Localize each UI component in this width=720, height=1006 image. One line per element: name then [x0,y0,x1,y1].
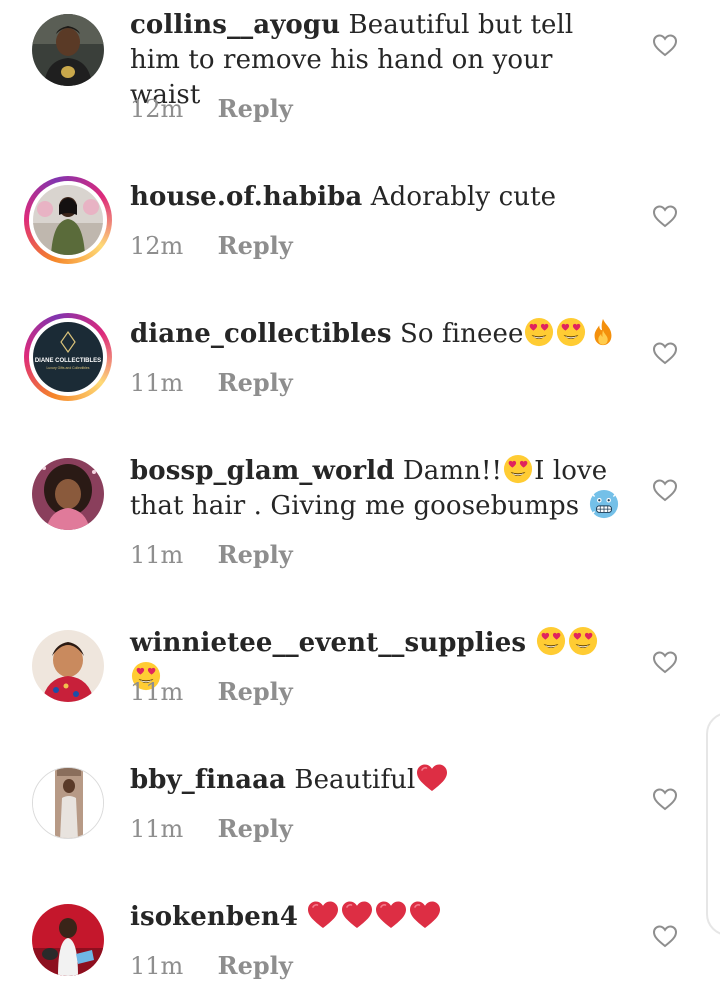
cold-face-emoji-icon [589,489,619,519]
like-heart-icon[interactable] [652,341,678,365]
side-panel-edge[interactable] [706,712,720,936]
heart-eyes-emoji-icon [556,317,586,347]
red-heart-emoji-icon [375,900,407,930]
reply-button[interactable]: Reply [218,368,293,397]
red-heart-emoji-icon [307,900,339,930]
comment-time: 11m [130,541,184,569]
comment-time: 12m [130,232,184,260]
reply-button[interactable]: Reply [218,814,293,843]
avatar[interactable] [32,630,104,702]
like-heart-icon[interactable] [652,33,678,57]
avatar[interactable] [32,458,104,530]
heart-eyes-emoji-icon [524,317,554,347]
avatar[interactable] [24,176,112,264]
logo-subtext: Luxury Gifts and Collectibles [47,366,90,370]
reply-button[interactable]: Reply [218,677,293,706]
comment-username[interactable]: bossp_glam_world [130,456,394,486]
avatar[interactable] [32,767,104,839]
heart-eyes-emoji-icon [568,626,598,656]
reply-button[interactable]: Reply [218,540,293,569]
comment-text: Beautiful [294,765,416,795]
comment-username[interactable]: winnietee__event__supplies [130,628,526,658]
red-heart-emoji-icon [416,763,448,793]
like-heart-icon[interactable] [652,204,678,228]
comment-username[interactable]: diane_collectibles [130,319,392,349]
reply-button[interactable]: Reply [218,94,293,123]
fire-emoji-icon [588,317,618,347]
comment-username[interactable]: collins__ayogu [130,10,340,40]
comment-username[interactable]: isokenben4 [130,902,298,932]
heart-eyes-emoji-icon [536,626,566,656]
comment-username[interactable]: house.of.habiba [130,182,362,212]
avatar[interactable] [32,904,104,976]
comment-username[interactable]: bby_finaaa [130,765,286,795]
heart-eyes-emoji-icon [503,454,533,484]
comment-time: 11m [130,678,184,706]
like-heart-icon[interactable] [652,650,678,674]
comment-text: Adorably cute [370,182,557,212]
logo-text: DIANE COLLECTIBLES [35,358,101,364]
reply-button[interactable]: Reply [218,951,293,980]
red-heart-emoji-icon [409,900,441,930]
like-heart-icon[interactable] [652,787,678,811]
like-heart-icon[interactable] [652,924,678,948]
comment-time: 11m [130,815,184,843]
avatar[interactable] [32,14,104,86]
red-heart-emoji-icon [341,900,373,930]
avatar[interactable]: DIANE COLLECTIBLES Luxury Gifts and Coll… [24,313,112,401]
comment-time: 11m [130,952,184,980]
comment-text: Damn!! [402,456,503,486]
comment-text: So fineee [399,319,524,349]
reply-button[interactable]: Reply [218,231,293,260]
like-heart-icon[interactable] [652,478,678,502]
comment-time: 11m [130,369,184,397]
comment-time: 12m [130,95,184,123]
